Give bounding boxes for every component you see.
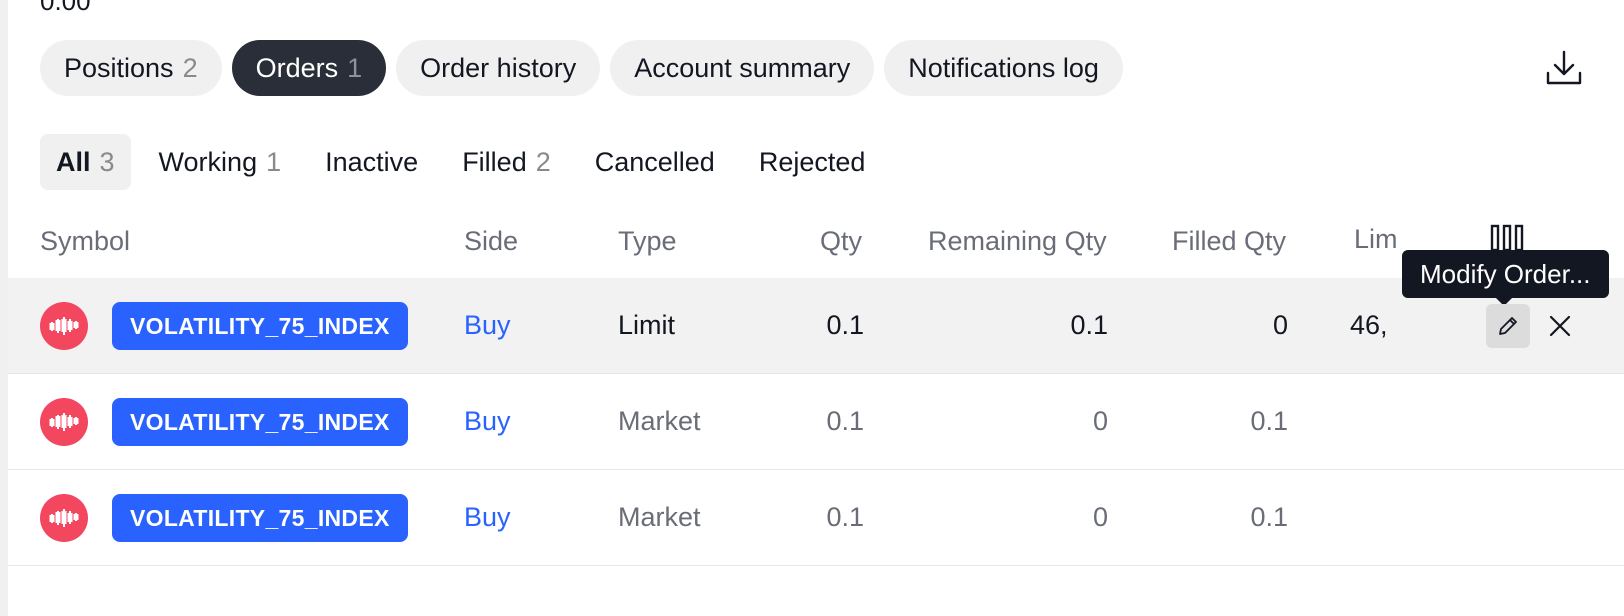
table-row[interactable]: VOLATILITY_75_INDEX Buy Limit 0.1 0.1 0 … <box>8 278 1624 374</box>
qty-cell: 0.1 <box>826 502 864 532</box>
filter-label: All <box>56 146 91 177</box>
download-button[interactable] <box>1540 44 1588 92</box>
tab-count: 2 <box>182 52 198 83</box>
remaining-qty-cell: 0 <box>1092 406 1108 436</box>
column-header-remaining-qty[interactable]: Remaining Qty <box>928 226 1107 257</box>
balance-value: 0.00 <box>40 0 91 16</box>
filter-count: 2 <box>535 146 551 177</box>
side-cell: Buy <box>464 406 511 436</box>
table-row[interactable]: VOLATILITY_75_INDEX Buy Market 0.1 0 0.1 <box>8 470 1624 566</box>
filter-rejected[interactable]: Rejected <box>743 134 882 190</box>
close-icon <box>1549 315 1571 337</box>
candlestick-icon <box>40 302 88 350</box>
tab-account-summary[interactable]: Account summary <box>610 40 875 96</box>
symbol-badge[interactable]: VOLATILITY_75_INDEX <box>112 494 408 542</box>
modify-order-button[interactable] <box>1486 304 1530 348</box>
column-header-side[interactable]: Side <box>464 226 518 257</box>
filled-qty-cell: 0.1 <box>1250 502 1288 532</box>
column-header-filled-qty[interactable]: Filled Qty <box>1172 226 1286 257</box>
order-filter-tabs: All 3 Working 1 Inactive Filled 2 Cancel… <box>40 134 893 190</box>
side-cell: Buy <box>464 310 511 340</box>
symbol-badge[interactable]: VOLATILITY_75_INDEX <box>112 398 408 446</box>
filled-qty-cell: 0.1 <box>1250 406 1288 436</box>
filter-count: 1 <box>266 146 282 177</box>
qty-cell: 0.1 <box>826 406 864 436</box>
tab-label: Orders <box>255 52 339 83</box>
column-header-limit[interactable]: Lim <box>1354 224 1410 252</box>
orders-table: Symbol Side Type Qty Remaining Qty Fille… <box>8 214 1624 566</box>
table-row[interactable]: VOLATILITY_75_INDEX Buy Market 0.1 0 0.1 <box>8 374 1624 470</box>
tab-notifications-log[interactable]: Notifications log <box>884 40 1123 96</box>
filter-label: Rejected <box>758 146 866 177</box>
filter-cancelled[interactable]: Cancelled <box>579 134 731 190</box>
symbol-badge[interactable]: VOLATILITY_75_INDEX <box>112 302 408 350</box>
filter-label: Inactive <box>325 146 419 177</box>
type-cell: Market <box>618 406 701 436</box>
main-tabs: Positions 2 Orders 1 Order history Accou… <box>40 40 1123 96</box>
download-icon <box>1546 50 1582 85</box>
pencil-icon <box>1499 317 1517 335</box>
limit-cell: 46, <box>1350 310 1388 340</box>
remaining-qty-cell: 0.1 <box>1070 310 1108 340</box>
panel-left-border <box>0 0 8 616</box>
tab-orders[interactable]: Orders 1 <box>231 40 387 96</box>
filter-label: Cancelled <box>594 146 715 177</box>
side-cell: Buy <box>464 502 511 532</box>
type-cell: Market <box>618 502 701 532</box>
tab-count: 1 <box>347 52 363 83</box>
filter-count: 3 <box>99 146 115 177</box>
modify-order-tooltip: Modify Order... <box>1402 250 1609 298</box>
column-header-qty[interactable]: Qty <box>820 226 862 257</box>
tab-label: Positions <box>64 52 174 83</box>
table-header: Symbol Side Type Qty Remaining Qty Fille… <box>8 214 1624 278</box>
tab-label: Order history <box>420 52 577 83</box>
tab-label: Notifications log <box>908 52 1099 83</box>
filter-label: Filled <box>462 146 527 177</box>
candlestick-icon <box>40 398 88 446</box>
type-cell: Limit <box>618 310 676 340</box>
cancel-order-button[interactable] <box>1540 306 1580 346</box>
filter-filled[interactable]: Filled 2 <box>446 134 567 190</box>
filled-qty-cell: 0 <box>1272 310 1288 340</box>
qty-cell: 0.1 <box>826 310 864 340</box>
remaining-qty-cell: 0 <box>1092 502 1108 532</box>
column-header-symbol[interactable]: Symbol <box>40 226 130 257</box>
filter-all[interactable]: All 3 <box>40 134 131 190</box>
tab-order-history[interactable]: Order history <box>396 40 601 96</box>
tab-label: Account summary <box>634 52 851 83</box>
columns-settings-icon <box>1490 224 1524 252</box>
filter-working[interactable]: Working 1 <box>143 134 298 190</box>
filter-label: Working <box>158 146 258 177</box>
column-header-type[interactable]: Type <box>618 226 677 257</box>
filter-inactive[interactable]: Inactive <box>309 134 434 190</box>
candlestick-icon <box>40 494 88 542</box>
tab-positions[interactable]: Positions 2 <box>40 40 222 96</box>
